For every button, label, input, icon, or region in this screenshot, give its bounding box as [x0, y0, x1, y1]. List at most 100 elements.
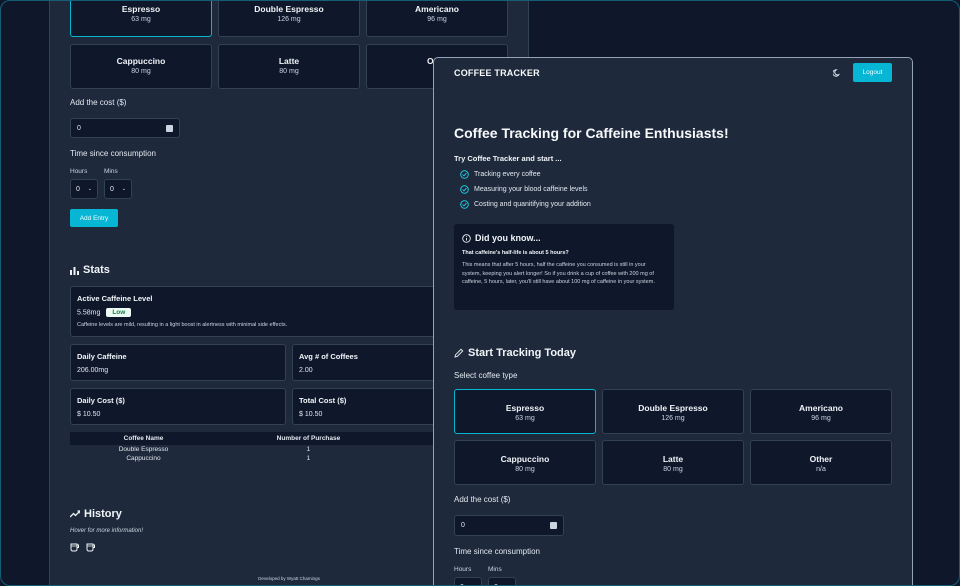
logout-button[interactable]: Logout	[853, 63, 892, 82]
mins-label: Mins	[488, 566, 502, 573]
active-caffeine-value: 5.58mg	[77, 309, 101, 317]
coffee-name: Double Espresso	[254, 4, 324, 14]
moon-icon[interactable]	[833, 69, 841, 77]
feature-item: Costing and quanitifying your addition	[460, 200, 591, 209]
history-hint: Hover for more information!	[70, 528, 144, 534]
cost-input-value: 0	[77, 124, 81, 132]
mins-label: Mins	[104, 168, 118, 175]
feature-text: Measuring your blood caffeine levels	[474, 186, 588, 193]
coffee-card-espresso[interactable]: Espresso 63 mg	[454, 389, 596, 434]
table-header: Coffee Name	[70, 432, 217, 445]
cost-label: Add the cost ($)	[454, 495, 511, 504]
time-label: Time since consumption	[454, 547, 540, 556]
coffee-name: Americano	[799, 403, 843, 413]
stepper-icon[interactable]	[166, 124, 173, 132]
coffee-caffeine: 126 mg	[277, 16, 301, 23]
pencil-icon	[454, 348, 464, 358]
start-tracking-title: Start Tracking Today	[454, 347, 576, 359]
coffee-caffeine: 96 mg	[427, 16, 447, 23]
start-tracking-text: Start Tracking Today	[468, 347, 576, 359]
daily-caffeine-card: Daily Caffeine 206.00mg	[70, 344, 286, 381]
did-you-know-answer: This means that after 5 hours, half the …	[462, 262, 655, 286]
did-you-know-title: Did you know...	[475, 233, 541, 243]
coffee-caffeine: 96 mg	[811, 415, 831, 422]
coffee-name: Double Espresso	[638, 403, 708, 413]
coffee-card-cappuccino[interactable]: Cappuccino 80 mg	[70, 44, 212, 89]
coffee-caffeine: 126 mg	[661, 415, 685, 422]
coffee-name: Latte	[662, 454, 684, 464]
coffee-card-double-espresso[interactable]: Double Espresso 126 mg	[602, 389, 744, 434]
coffee-caffeine: n/a	[816, 466, 826, 473]
info-icon	[462, 233, 471, 243]
add-entry-button[interactable]: Add Entry	[70, 209, 118, 227]
table-cell: 1	[306, 455, 311, 462]
did-you-know-heading: Did you know...	[462, 233, 666, 243]
daily-caffeine-value: 206.00mg	[77, 367, 109, 374]
cost-input[interactable]: 0	[70, 118, 180, 138]
mins-select[interactable]: 0 ⌄	[104, 179, 132, 199]
coffee-card-double-espresso[interactable]: Double Espresso 126 mg	[218, 1, 360, 37]
stepper-icon[interactable]	[550, 522, 557, 529]
check-circle-icon	[460, 185, 469, 194]
coffee-caffeine: 80 mg	[131, 68, 151, 75]
history-title: History	[70, 508, 122, 520]
coffee-cup-icon[interactable]	[70, 542, 80, 552]
feature-text: Costing and quanitifying your addition	[474, 201, 591, 208]
mins-select[interactable]: 0 ⌄	[488, 577, 516, 585]
daily-cost-value: $ 10.50	[77, 411, 101, 418]
coffee-name: Latte	[278, 56, 300, 66]
cost-label: Add the cost ($)	[70, 98, 127, 107]
did-you-know-card: Did you know... That caffeine's half-lif…	[454, 224, 674, 310]
hero-title: Coffee Tracking for Caffeine Enthusiasts…	[454, 125, 729, 141]
table-cell: Double Espresso	[118, 446, 169, 453]
coffee-name: Cappuccino	[500, 454, 550, 464]
coffee-caffeine: 80 mg	[663, 466, 683, 473]
time-label: Time since consumption	[70, 149, 156, 158]
coffee-card-cappuccino[interactable]: Cappuccino 80 mg	[454, 440, 596, 485]
coffee-name: Espresso	[505, 403, 545, 413]
brand-title: COFFEE TRACKER	[454, 68, 540, 78]
try-subtitle: Try Coffee Tracker and start ...	[454, 154, 562, 163]
select-coffee-label: Select coffee type	[454, 371, 518, 380]
coffee-name: Americano	[415, 4, 459, 14]
daily-caffeine-title: Daily Caffeine	[77, 352, 127, 361]
coffee-name: Other	[809, 454, 833, 464]
table-cell: 1	[306, 446, 311, 453]
chevron-down-icon: ⌄	[87, 186, 92, 192]
table-header: Number of Purchase	[216, 432, 400, 445]
stats-title-text: Stats	[83, 264, 110, 276]
status-badge: Low	[106, 308, 132, 317]
coffee-card-latte[interactable]: Latte 80 mg	[602, 440, 744, 485]
front-window: COFFEE TRACKER Logout Coffee Tracking fo…	[433, 57, 913, 585]
hours-label: Hours	[454, 566, 472, 573]
coffee-name: Espresso	[121, 4, 161, 14]
history-title-text: History	[84, 508, 122, 520]
app-frame: Espresso 63 mg Double Espresso 126 mg Am…	[0, 0, 960, 586]
table-cell: Cappuccino	[126, 455, 161, 462]
coffee-card-espresso[interactable]: Espresso 63 mg	[70, 1, 212, 37]
did-you-know-question: That caffeine's half-life is about 5 hou…	[462, 250, 569, 256]
feature-item: Tracking every coffee	[460, 170, 541, 179]
cost-input-value: 0	[461, 522, 465, 529]
coffee-caffeine: 63 mg	[131, 16, 151, 23]
hours-label: Hours	[70, 168, 88, 175]
coffee-card-americano[interactable]: Americano 96 mg	[366, 1, 508, 37]
coffee-cup-icon[interactable]	[86, 542, 96, 552]
coffee-caffeine: 80 mg	[515, 466, 535, 473]
check-circle-icon	[460, 200, 469, 209]
daily-cost-title: Daily Cost ($)	[77, 396, 125, 405]
hours-select[interactable]: 0 ⌄	[454, 577, 482, 585]
cost-input[interactable]: 0	[454, 515, 564, 536]
hours-select[interactable]: 0 ⌄	[70, 179, 98, 199]
coffee-caffeine: 80 mg	[279, 68, 299, 75]
hours-value: 0	[76, 185, 80, 193]
stats-title: Stats	[70, 264, 110, 276]
coffee-caffeine: 63 mg	[515, 415, 535, 422]
coffee-card-latte[interactable]: Latte 80 mg	[218, 44, 360, 89]
coffee-card-other[interactable]: Other n/a	[750, 440, 892, 485]
daily-cost-card: Daily Cost ($) $ 10.50	[70, 388, 286, 425]
coffee-card-americano[interactable]: Americano 96 mg	[750, 389, 892, 434]
check-circle-icon	[460, 170, 469, 179]
coffee-name: Cappuccino	[116, 56, 166, 66]
trend-line-icon	[70, 510, 80, 518]
